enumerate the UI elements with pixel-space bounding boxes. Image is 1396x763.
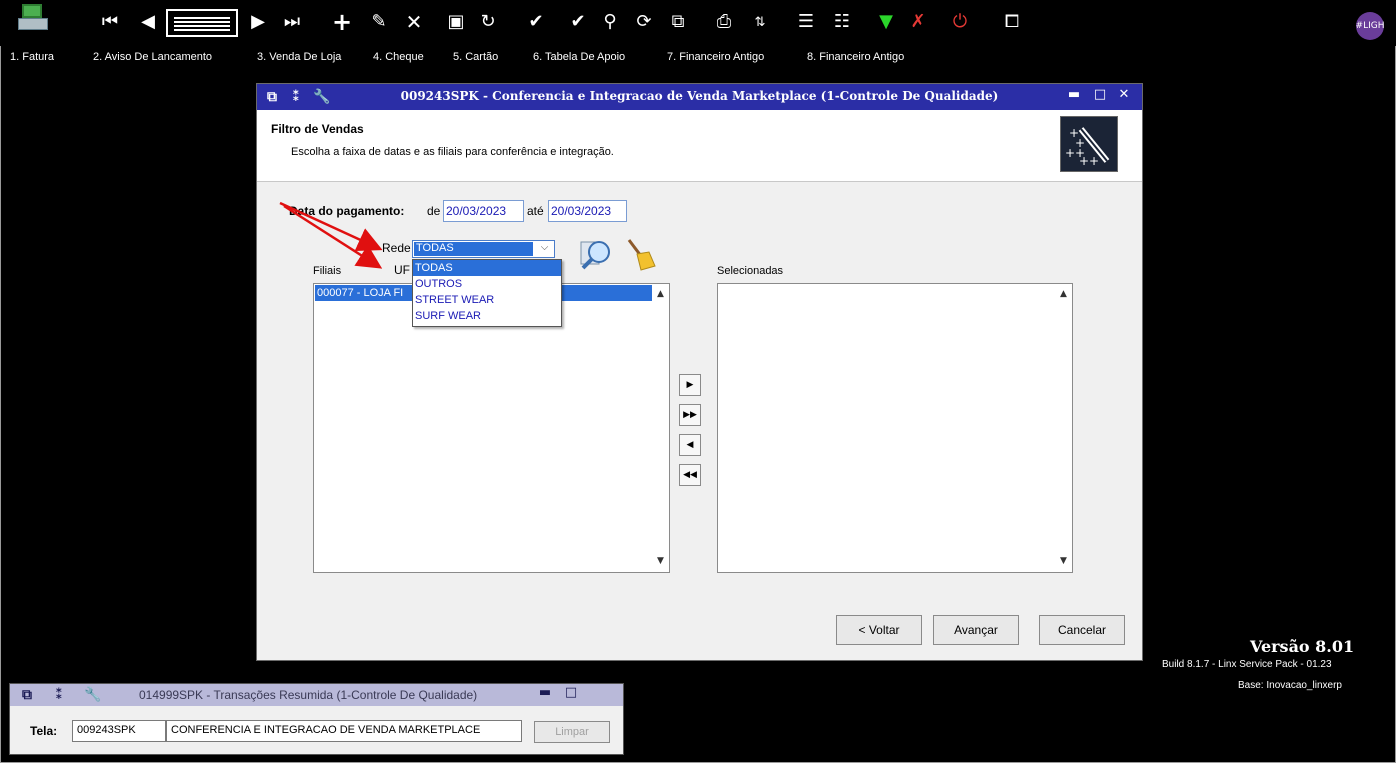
date-to-input[interactable]: 20/03/2023: [548, 200, 627, 222]
selecionadas-scrollbar[interactable]: ▲ ▼: [1055, 284, 1072, 572]
filiais-label: Filiais: [313, 265, 342, 277]
traffic-light-icon[interactable]: ⁑: [50, 686, 68, 704]
wizard-subtitle: Escolha a faixa de datas e as filiais pa…: [291, 146, 614, 158]
scroll-down-icon[interactable]: ▼: [1055, 553, 1072, 570]
previous-record-icon[interactable]: ◀: [136, 10, 160, 34]
clear-button[interactable]: Limpar: [534, 721, 610, 743]
dialog-title: 009243SPK - Conferencia e Integracao de …: [400, 89, 999, 103]
cancel-icon[interactable]: ✗: [906, 10, 930, 34]
wizard-title: Filtro de Vendas: [271, 122, 364, 136]
date-to-label: até: [527, 204, 544, 218]
tela-description-field[interactable]: CONFERENCIA E INTEGRACAO DE VENDA MARKET…: [166, 720, 522, 742]
export-icon[interactable]: ☰: [794, 10, 818, 34]
confirm-all-icon[interactable]: ✔: [566, 10, 590, 34]
tela-label: Tela:: [30, 724, 58, 738]
refresh-icon[interactable]: ↻: [476, 10, 500, 34]
wizard-header: Filtro de Vendas Escolha a faixa de data…: [257, 110, 1142, 182]
date-from-input[interactable]: 20/03/2023: [443, 200, 524, 222]
rede-option-surf-wear[interactable]: SURF WEAR: [413, 308, 561, 324]
menu-item-venda-loja[interactable]: 3. Venda De Loja: [257, 51, 341, 63]
save-icon[interactable]: ▣: [444, 10, 468, 34]
transactions-title: 014999SPK - Transações Resumida (1-Contr…: [139, 688, 478, 702]
search-icon[interactable]: ⚲: [598, 10, 622, 34]
scroll-up-icon[interactable]: ▲: [652, 286, 669, 303]
move-right-button[interactable]: ▶: [679, 374, 701, 396]
edit-icon[interactable]: ✎: [367, 10, 391, 34]
rede-select[interactable]: TODAS ⌵: [412, 240, 555, 258]
version-build: Build 8.1.7 - Linx Service Pack - 01.23: [1162, 659, 1332, 670]
add-icon[interactable]: +: [330, 10, 354, 34]
back-button[interactable]: < Voltar: [836, 615, 922, 645]
menu-item-fatura[interactable]: 1. Fatura: [10, 51, 54, 63]
scroll-down-icon[interactable]: ▼: [652, 553, 669, 570]
confirm-icon[interactable]: ✔: [524, 10, 548, 34]
menu-item-financeiro-antigo-2[interactable]: 8. Financeiro Antigo: [807, 51, 904, 63]
reload-icon[interactable]: ⟳: [632, 10, 656, 34]
tela-code-field[interactable]: 009243SPK: [72, 720, 166, 742]
next-record-icon[interactable]: ▶: [246, 10, 270, 34]
version-title: Versão 8.01: [1250, 637, 1355, 656]
selecionadas-listbox[interactable]: ▲ ▼: [717, 283, 1073, 573]
rede-option-todas[interactable]: TODAS: [413, 260, 561, 276]
move-all-left-button[interactable]: ◀◀: [679, 464, 701, 486]
main-toolbar: ⏮ ◀ ▶ ⏭ + ✎ ✕ ▣ ↻ ✔ ✔ ⚲ ⟳ ⧉ ⎙ ⇅ ☰ ☷ ▼ ✗ …: [0, 0, 1396, 46]
search-magnifier-icon[interactable]: [579, 236, 615, 272]
transactions-window: ⧉ ⁑ 🔧 014999SPK - Transações Resumida (1…: [9, 683, 624, 755]
version-base: Base: Inovacao_linxerp: [1238, 680, 1342, 691]
sort-icon[interactable]: ⇅: [748, 10, 772, 34]
broom-clear-icon[interactable]: [623, 236, 659, 272]
download-icon[interactable]: ▼: [874, 10, 898, 34]
app-logo-icon[interactable]: [18, 2, 48, 34]
close-button[interactable]: ✕: [1115, 87, 1133, 105]
first-record-icon[interactable]: ⏮: [98, 10, 122, 34]
selecionadas-label: Selecionadas: [717, 265, 784, 277]
menu-item-financeiro-antigo[interactable]: 7. Financeiro Antigo: [667, 51, 764, 63]
filiais-scrollbar[interactable]: ▲ ▼: [652, 284, 669, 572]
last-record-icon[interactable]: ⏭: [280, 10, 304, 34]
payment-date-label: Data do pagamento:: [289, 204, 405, 218]
sales-filter-dialog: ⧉ ⁑ 🔧 009243SPK - Conferencia e Integrac…: [256, 83, 1143, 661]
date-from-label: de: [427, 204, 441, 218]
rede-option-outros[interactable]: OUTROS: [413, 276, 561, 292]
preview-icon[interactable]: ⧉: [666, 10, 690, 34]
menu-item-aviso[interactable]: 2. Aviso De Lancamento: [93, 51, 212, 63]
maximize-button[interactable]: □: [1091, 87, 1109, 105]
move-left-button[interactable]: ◀: [679, 434, 701, 456]
minimize-button[interactable]: ▬: [1065, 87, 1083, 105]
minimize-button[interactable]: ▬: [536, 685, 554, 703]
menu-item-tabela-apoio[interactable]: 6. Tabela De Apoio: [533, 51, 625, 63]
stop-icon[interactable]: ⏻: [948, 10, 972, 34]
print-icon[interactable]: ⎙: [712, 10, 736, 34]
uf-label: UF: [394, 263, 410, 277]
cancel-button[interactable]: Cancelar: [1039, 615, 1125, 645]
chevron-down-icon[interactable]: ⌵: [536, 242, 553, 256]
report-icon[interactable]: ☷: [830, 10, 854, 34]
maximize-button[interactable]: □: [562, 685, 580, 703]
rede-selected-value: TODAS: [414, 242, 533, 256]
menu-bar: 1. Fatura 2. Aviso De Lancamento 3. Vend…: [0, 49, 1396, 67]
window-menu-icon[interactable]: ⧉: [18, 686, 36, 704]
move-all-right-button[interactable]: ▶▶: [679, 404, 701, 426]
delete-icon[interactable]: ✕: [402, 10, 426, 34]
grid-view-icon[interactable]: [166, 9, 238, 37]
dialog-title-bar[interactable]: ⧉ ⁑ 🔧 009243SPK - Conferencia e Integrac…: [257, 84, 1142, 110]
rede-dropdown-list: TODAS OUTROS STREET WEAR SURF WEAR: [412, 259, 562, 327]
scroll-up-icon[interactable]: ▲: [1055, 286, 1072, 303]
svg-text:++: ++: [1079, 154, 1099, 168]
next-button[interactable]: Avançar: [933, 615, 1019, 645]
rede-option-street-wear[interactable]: STREET WEAR: [413, 292, 561, 308]
transactions-title-bar[interactable]: ⧉ ⁑ 🔧 014999SPK - Transações Resumida (1…: [10, 684, 623, 706]
user-avatar[interactable]: #LIGH: [1356, 12, 1384, 40]
menu-item-cartao[interactable]: 5. Cartão: [453, 51, 498, 63]
wrench-icon[interactable]: 🔧: [84, 686, 102, 704]
menu-item-cheque[interactable]: 4. Cheque: [373, 51, 424, 63]
window-icon[interactable]: ⧠: [1000, 10, 1024, 34]
magic-wand-icon: + + ++ ++: [1060, 116, 1118, 172]
rede-label: Rede: [382, 241, 411, 255]
